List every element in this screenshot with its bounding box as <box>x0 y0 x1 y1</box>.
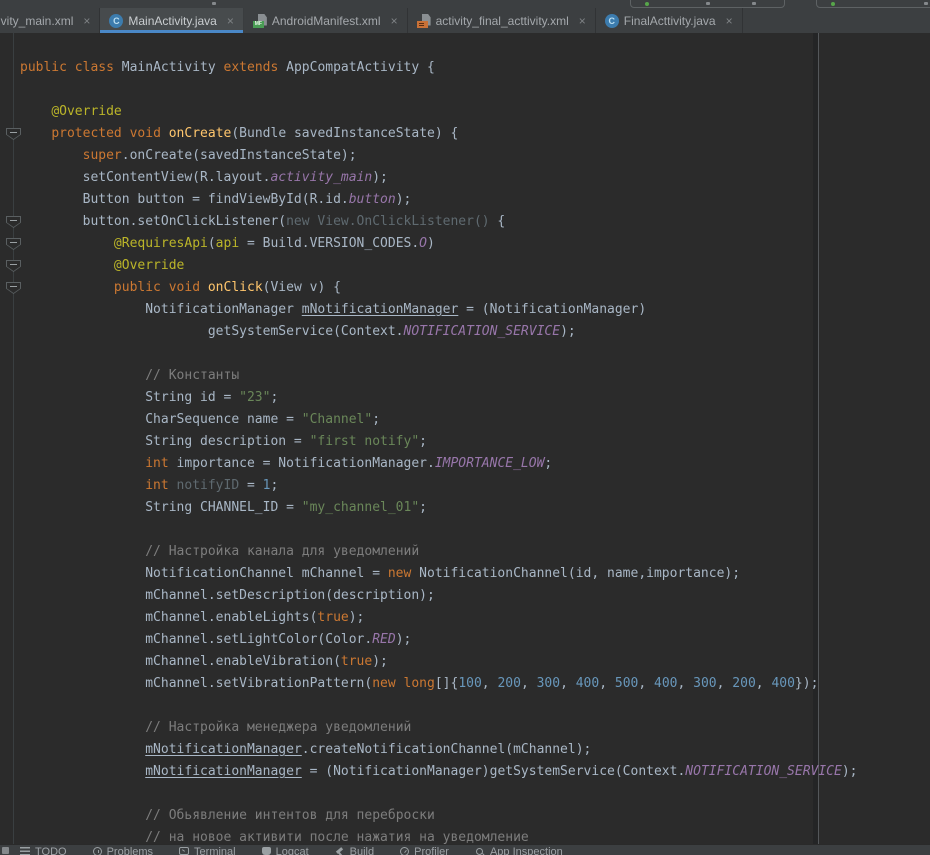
java-class-icon: C <box>109 14 123 28</box>
tool-window-bar: TODO Problems Terminal Logcat Build Profiler A… <box>0 844 930 855</box>
code-line[interactable]: // Константы <box>20 365 930 387</box>
close-icon[interactable]: × <box>391 14 398 28</box>
tab-label: AndroidManifest.xml <box>272 14 381 28</box>
fold-marker-icon[interactable] <box>6 282 21 294</box>
code-line[interactable]: setContentView(R.layout.activity_main); <box>20 167 930 189</box>
tool-window-button-Terminal[interactable]: Terminal <box>179 846 236 855</box>
xml-file-icon <box>417 14 431 28</box>
code-line[interactable]: @Override <box>20 255 930 277</box>
code-line[interactable]: button.setOnClickListener(new View.OnCli… <box>20 211 930 233</box>
close-icon[interactable]: × <box>83 14 90 28</box>
close-icon[interactable]: × <box>726 14 733 28</box>
tab-label: MainActivity.java <box>128 14 216 28</box>
tab-activity_main.xml[interactable]: activity_main.xml × <box>0 8 100 33</box>
ide-window: activity_main.xml × C MainActivity.java × MF A… <box>0 0 930 855</box>
problems-icon <box>93 847 102 855</box>
close-icon[interactable]: × <box>579 14 586 28</box>
code-line[interactable]: CharSequence name = "Channel"; <box>20 409 930 431</box>
fold-marker-icon[interactable] <box>6 260 21 272</box>
logcat-icon <box>262 847 271 855</box>
toolbar-icon[interactable] <box>212 2 216 5</box>
code-line[interactable]: String description = "first notify"; <box>20 431 930 453</box>
code-line[interactable]: // Настройка менеджера уведомлений <box>20 717 930 739</box>
code-line[interactable]: mChannel.setVibrationPattern(new long[]{… <box>20 673 930 695</box>
profiler-icon <box>400 847 409 855</box>
fold-marker-icon[interactable] <box>6 238 21 250</box>
code-line[interactable]: // Обьявление интентов для переброски <box>20 805 930 827</box>
code-line[interactable]: Button button = findViewById(R.id.button… <box>20 189 930 211</box>
code-line[interactable]: NotificationChannel mChannel = new Notif… <box>20 563 930 585</box>
manifest-file-icon: MF <box>253 14 267 28</box>
code-line[interactable]: String CHANNEL_ID = "my_channel_01"; <box>20 497 930 519</box>
code-line[interactable]: @RequiresApi(api = Build.VERSION_CODES.O… <box>20 233 930 255</box>
code-line[interactable] <box>20 783 930 805</box>
tool-window-label: Profiler <box>414 846 449 855</box>
tab-label: activity_final_acttivity.xml <box>436 14 569 28</box>
code-line[interactable]: mNotificationManager.createNotificationC… <box>20 739 930 761</box>
tool-window-label: Logcat <box>276 846 309 855</box>
code-line[interactable] <box>20 519 930 541</box>
toolbar-text-fragment <box>752 2 756 5</box>
tool-window-label: Problems <box>107 846 153 855</box>
tool-window-items: TODO Problems Terminal Logcat Build Profiler A… <box>0 845 930 855</box>
code-line[interactable] <box>20 695 930 717</box>
window-corner-icon[interactable] <box>2 847 9 854</box>
code-lines: public class MainActivity extends AppCom… <box>0 33 930 845</box>
close-icon[interactable]: × <box>227 14 234 28</box>
code-line[interactable]: String id = "23"; <box>20 387 930 409</box>
tool-window-button-Problems[interactable]: Problems <box>93 846 153 855</box>
code-line[interactable]: getSystemService(Context.NOTIFICATION_SE… <box>20 321 930 343</box>
code-line[interactable]: @Override <box>20 101 930 123</box>
fold-marker-icon[interactable] <box>6 216 21 228</box>
code-line[interactable]: mChannel.setLightColor(Color.RED); <box>20 629 930 651</box>
tool-window-label: TODO <box>35 846 67 855</box>
tab-FinalActtivity.java[interactable]: C FinalActtivity.java × <box>596 8 743 33</box>
toolbar-text-fragment <box>924 2 928 5</box>
code-line[interactable] <box>20 79 930 101</box>
code-line[interactable]: super.onCreate(savedInstanceState); <box>20 145 930 167</box>
code-line[interactable] <box>20 343 930 365</box>
running-indicator-dot <box>645 2 649 6</box>
todo-icon <box>20 847 30 855</box>
tool-window-button-Logcat[interactable]: Logcat <box>262 846 309 855</box>
java-class-icon: C <box>605 14 619 28</box>
code-line[interactable]: mChannel.setDescription(description); <box>20 585 930 607</box>
tool-window-button-App Inspection[interactable]: App Inspection <box>475 846 563 855</box>
code-line[interactable]: mChannel.enableVibration(true); <box>20 651 930 673</box>
tool-window-button-TODO[interactable]: TODO <box>20 846 67 855</box>
tool-window-label: App Inspection <box>490 846 563 855</box>
code-line[interactable]: mChannel.enableLights(true); <box>20 607 930 629</box>
code-line[interactable]: mNotificationManager = (NotificationMana… <box>20 761 930 783</box>
tool-window-button-Build[interactable]: Build <box>335 846 374 855</box>
tab-AndroidManifest.xml[interactable]: MF AndroidManifest.xml × <box>244 8 408 33</box>
code-line[interactable]: int notifyID = 1; <box>20 475 930 497</box>
tool-window-label: Terminal <box>194 846 236 855</box>
tab-label: FinalActtivity.java <box>624 14 716 28</box>
running-indicator-dot <box>831 2 835 6</box>
code-line[interactable]: NotificationManager mNotificationManager… <box>20 299 930 321</box>
toolbar-text-fragment <box>706 2 710 5</box>
tool-window-button-Profiler[interactable]: Profiler <box>400 846 449 855</box>
tool-window-label: Build <box>350 846 374 855</box>
code-line[interactable]: protected void onCreate(Bundle savedInst… <box>20 123 930 145</box>
code-line[interactable]: int importance = NotificationManager.IMP… <box>20 453 930 475</box>
tab-MainActivity.java[interactable]: C MainActivity.java × <box>100 8 244 33</box>
app-inspection-icon <box>475 847 485 855</box>
terminal-icon <box>179 847 189 855</box>
editor-tabs: activity_main.xml × C MainActivity.java × MF A… <box>0 8 930 33</box>
build-icon <box>335 847 345 855</box>
tab-label: activity_main.xml <box>0 14 73 28</box>
tab-activity_final_acttivity.xml[interactable]: activity_final_acttivity.xml × <box>408 8 596 33</box>
code-line[interactable]: // на новое активити после нажатия на ув… <box>20 827 930 845</box>
code-line[interactable]: public class MainActivity extends AppCom… <box>20 57 930 79</box>
code-line[interactable]: // Настройка канала для уведомлений <box>20 541 930 563</box>
code-editor[interactable]: public class MainActivity extends AppCom… <box>0 33 930 845</box>
fold-marker-icon[interactable] <box>6 128 21 140</box>
code-line[interactable]: public void onClick(View v) { <box>20 277 930 299</box>
